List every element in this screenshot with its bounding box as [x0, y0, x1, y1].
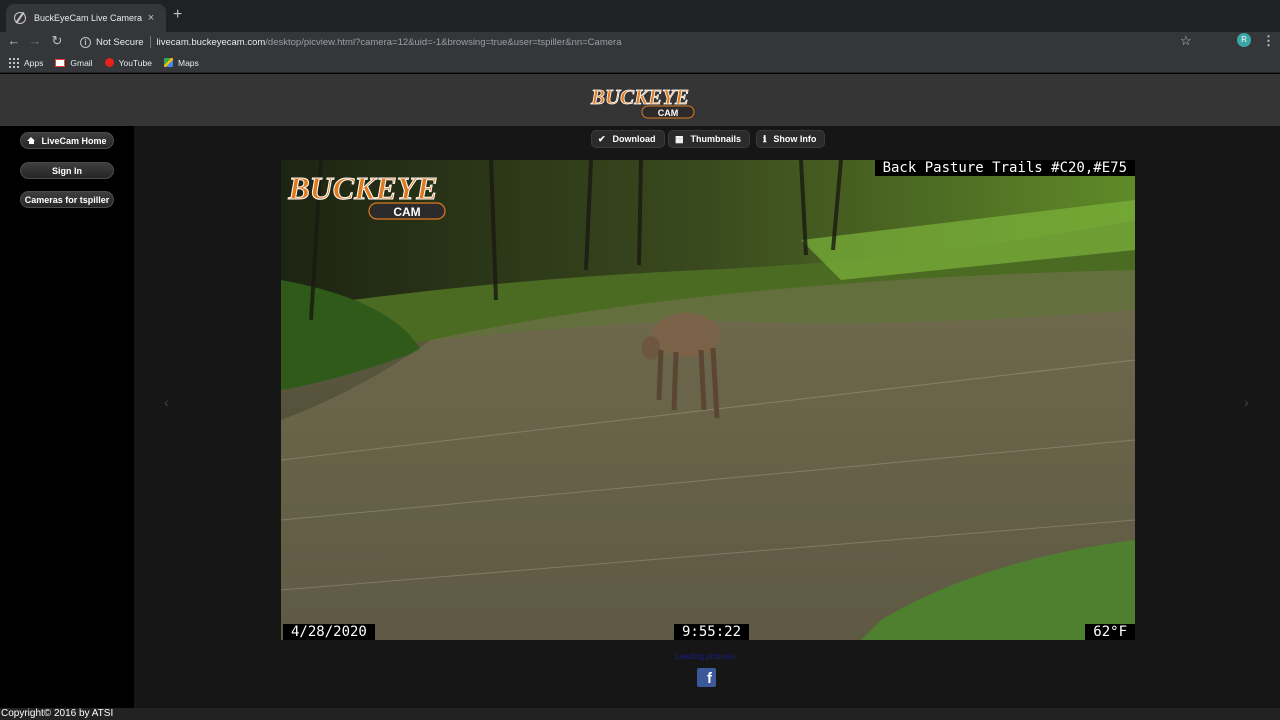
- copyright-text: Copyright© 2016 by ATSI: [0, 708, 1280, 720]
- bookmark-maps[interactable]: Maps: [163, 57, 199, 68]
- info-icon: ℹ: [763, 133, 767, 144]
- url-path[interactable]: /desktop/picview.html?camera=12&uid=-1&b…: [265, 37, 621, 48]
- next-photo-arrow[interactable]: ›: [1244, 394, 1249, 410]
- bookmarks-bar: Apps Gmail YouTube Maps: [0, 53, 1280, 73]
- page: BUCKEYE CAM LiveCam Home Sign In Cameras…: [0, 74, 1280, 720]
- bookmark-label: Gmail: [70, 57, 93, 68]
- bookmark-label: Maps: [177, 57, 199, 68]
- livecam-home-button[interactable]: LiveCam Home: [20, 132, 114, 149]
- photo-scene: [281, 160, 1135, 640]
- forward-button[interactable]: →: [27, 33, 43, 49]
- buckeyecam-logo[interactable]: BUCKEYE CAM: [580, 80, 700, 120]
- button-label: Show Info: [773, 134, 817, 144]
- svg-text:BUCKEYE: BUCKEYE: [590, 85, 689, 109]
- download-icon: ✔: [598, 133, 606, 144]
- bookmark-star-icon[interactable]: ☆: [1180, 33, 1192, 49]
- divider: [149, 36, 151, 48]
- button-label: LiveCam Home: [41, 135, 107, 146]
- photo-time: 9:55:22: [674, 624, 750, 640]
- profile-avatar[interactable]: R: [1237, 33, 1251, 47]
- browser-toolbar: ← → ↻ i Not Secure livecam.buckeyecam.co…: [0, 32, 1280, 53]
- url-host[interactable]: livecam.buckeyecam.com: [157, 37, 266, 48]
- footer-link[interactable]: Loading pictures.: [626, 652, 786, 662]
- tab-title: BuckEyeCam Live Camera: [34, 13, 143, 23]
- main-content: ✔ Download ▦ Thumbnails ℹ Show Info ‹ ›: [134, 126, 1280, 708]
- back-button[interactable]: ←: [6, 33, 22, 49]
- gmail-icon: [55, 58, 66, 67]
- sidebar: LiveCam Home Sign In Cameras for tspille…: [0, 126, 134, 708]
- bookmark-label: Apps: [24, 57, 44, 68]
- site-header: BUCKEYE CAM: [0, 74, 1280, 126]
- photo-watermark-logo: BUCKEYE CAM: [287, 170, 446, 220]
- maps-icon: [163, 58, 173, 67]
- youtube-icon: [104, 58, 114, 67]
- thumbnails-button[interactable]: ▦ Thumbnails: [668, 130, 751, 148]
- photo-temperature: 62°F: [1085, 624, 1135, 640]
- home-icon: [27, 137, 36, 144]
- globe-icon: [14, 12, 26, 24]
- tab-close-icon[interactable]: ×: [144, 12, 158, 24]
- show-info-button[interactable]: ℹ Show Info: [756, 130, 826, 148]
- address-bar[interactable]: i Not Secure livecam.buckeyecam.com /des…: [72, 32, 1200, 52]
- trail-camera-photo[interactable]: BUCKEYE CAM Back Pasture Trails #C20,#E7…: [281, 160, 1135, 640]
- bookmark-label: YouTube: [118, 57, 152, 68]
- button-label: Sign In: [52, 165, 82, 176]
- camera-name-label: Back Pasture Trails #C20,#E75: [874, 160, 1135, 176]
- reload-button[interactable]: ↻: [49, 33, 65, 49]
- svg-text:CAM: CAM: [658, 108, 679, 118]
- bookmark-apps[interactable]: Apps: [9, 57, 44, 68]
- browser-tab[interactable]: BuckEyeCam Live Camera ×: [6, 4, 166, 32]
- facebook-icon[interactable]: f: [697, 668, 716, 687]
- bookmark-gmail[interactable]: Gmail: [55, 57, 93, 68]
- bookmark-youtube[interactable]: YouTube: [104, 57, 152, 68]
- svg-text:CAM: CAM: [393, 205, 420, 219]
- info-icon[interactable]: i: [80, 36, 91, 48]
- apps-grid-icon: [9, 57, 19, 68]
- security-label[interactable]: Not Secure: [96, 37, 144, 48]
- button-label: Download: [612, 134, 656, 144]
- browser-tab-bar: BuckEyeCam Live Camera × +: [0, 0, 1280, 32]
- photo-date: 4/28/2020: [283, 624, 375, 640]
- browser-menu-icon[interactable]: ⋮: [1262, 33, 1275, 49]
- svg-text:BUCKEYE: BUCKEYE: [287, 170, 437, 206]
- sign-in-button[interactable]: Sign In: [20, 162, 114, 179]
- download-button[interactable]: ✔ Download: [591, 130, 665, 148]
- previous-photo-arrow[interactable]: ‹: [164, 394, 169, 410]
- button-label: Cameras for tspiller: [24, 194, 110, 205]
- grid-icon: ▦: [675, 133, 684, 144]
- cameras-button[interactable]: Cameras for tspiller: [20, 191, 114, 208]
- button-label: Thumbnails: [690, 134, 742, 144]
- new-tab-button[interactable]: +: [173, 7, 182, 23]
